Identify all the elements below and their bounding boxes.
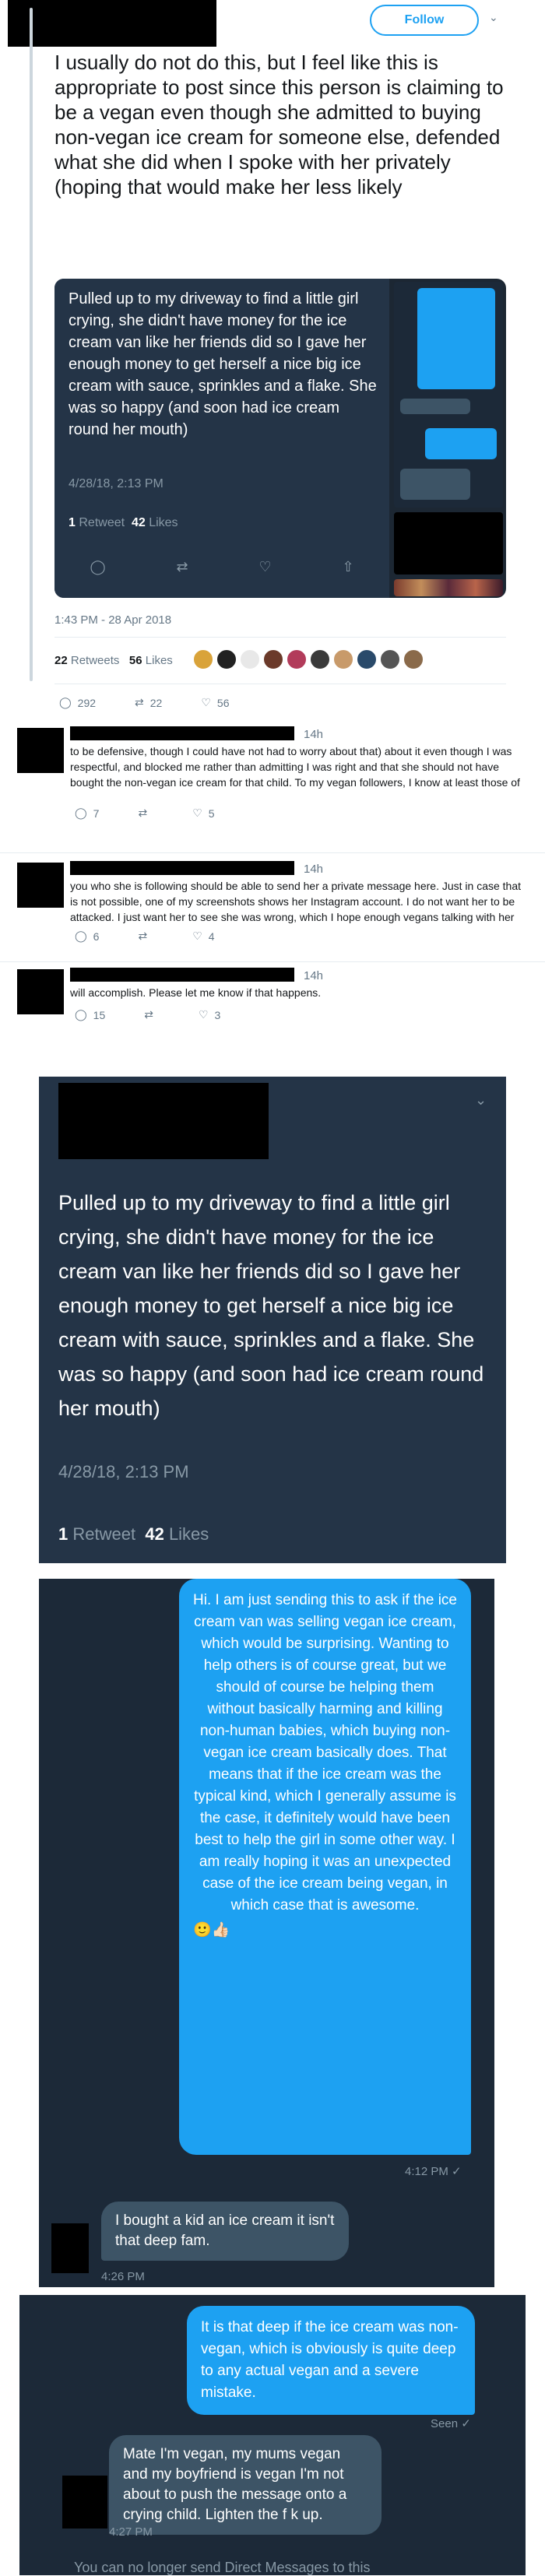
- chevron-down-icon[interactable]: ⌄: [489, 11, 498, 24]
- embedded-screenshots[interactable]: Pulled up to my driveway to find a littl…: [54, 279, 506, 598]
- reply-actions: ◯ 15 ⇄ ♡ 3: [75, 1008, 220, 1021]
- divider: [54, 637, 506, 638]
- retweet-button[interactable]: ⇄: [138, 930, 153, 943]
- reply-actions: ◯ 7 ⇄ ♡ 5: [75, 807, 215, 820]
- share-icon: ⇧: [342, 559, 354, 575]
- reply-text: will accomplish. Please let me know if t…: [70, 986, 322, 999]
- embedded-tweet-stats: 1 Retweet 42 Likes: [69, 516, 178, 529]
- heart-icon: ♡: [201, 696, 211, 708]
- retweet-button[interactable]: ⇄: [138, 807, 153, 820]
- avatar[interactable]: [380, 649, 400, 669]
- dm-seen-status: Seen ✓: [431, 2417, 471, 2430]
- tweet-text: I usually do not do this, but I feel lik…: [54, 51, 504, 199]
- redacted-avatar: [17, 969, 64, 1014]
- thread-line: [30, 8, 33, 681]
- likers-avatars[interactable]: [193, 649, 427, 669]
- reply-text: to be defensive, though I could have not…: [70, 745, 520, 789]
- screenshot-tweet-text: Pulled up to my driveway to find a littl…: [58, 1191, 484, 1420]
- redacted-avatar: [51, 2223, 89, 2273]
- like-button[interactable]: ♡ 56: [201, 696, 229, 709]
- chevron-down-icon: ⌄: [475, 1092, 487, 1108]
- dm-footer-notice: You can no longer send Direct Messages t…: [74, 2560, 371, 2575]
- tweet-actions: ◯ 292 ⇄ 22 ♡ 56: [59, 696, 229, 709]
- like-button[interactable]: ♡ 4: [192, 930, 214, 943]
- avatar[interactable]: [333, 649, 353, 669]
- dm-screenshot-thumbnail: [394, 282, 503, 508]
- embedded-tweet-card: Pulled up to my driveway to find a littl…: [54, 279, 389, 598]
- dm-incoming-message: Mate I'm vegan, my mums vegan and my boy…: [109, 2435, 382, 2535]
- avatar[interactable]: [240, 649, 260, 669]
- embedded-tweet-date: 4/28/18, 2:13 PM: [69, 477, 164, 490]
- dm-outgoing-time: 4:12 PM ✓: [405, 2165, 462, 2178]
- reply-actions: ◯ 6 ⇄ ♡ 4: [75, 930, 215, 943]
- avatar[interactable]: [193, 649, 213, 669]
- dm-outgoing-text: Hi. I am just sending this to ask if the…: [193, 1592, 457, 1914]
- retweet-icon: ⇄: [138, 930, 148, 942]
- dm-incoming-time: 4:26 PM: [101, 2270, 145, 2283]
- photo-thumbnail: [394, 579, 503, 596]
- heart-icon: ♡: [192, 930, 202, 942]
- dm-incoming-time: 4:27 PM: [109, 2525, 153, 2539]
- divider: [0, 961, 545, 962]
- retweet-icon: ⇄: [176, 559, 188, 575]
- reply-icon: ◯: [59, 696, 72, 708]
- redacted-username: [70, 726, 294, 740]
- divider: [0, 852, 545, 853]
- avatar[interactable]: [310, 649, 330, 669]
- avatar[interactable]: [216, 649, 237, 669]
- reply-icon: ◯: [75, 1008, 87, 1021]
- reply-icon: ◯: [75, 930, 87, 942]
- reply-button[interactable]: ◯ 6: [75, 930, 99, 943]
- embedded-tweet-text: Pulled up to my driveway to find a littl…: [69, 290, 377, 438]
- screenshot-original-tweet: ⌄ Pulled up to my driveway to find a lit…: [39, 1077, 506, 1563]
- redacted-avatar: [17, 728, 64, 773]
- redacted-avatar: [62, 2476, 107, 2529]
- dm-outgoing-message: Hi. I am just sending this to ask if the…: [179, 1579, 471, 2155]
- redacted-thumbnail: [394, 512, 503, 575]
- avatar[interactable]: [287, 649, 307, 669]
- reply-icon: ◯: [90, 559, 106, 575]
- embedded-tweet-actions: ◯ ⇄ ♡ ⇧: [54, 559, 389, 575]
- reply-text: you who she is following should be able …: [70, 880, 522, 923]
- avatar[interactable]: [403, 649, 424, 669]
- dm-screenshot-2: It is that deep if the ice cream was non…: [19, 2295, 526, 2575]
- retweet-icon: ⇄: [144, 1008, 153, 1021]
- retweet-button[interactable]: ⇄: [144, 1008, 160, 1021]
- heart-icon: ♡: [258, 559, 272, 575]
- avatar[interactable]: [357, 649, 377, 669]
- redacted-username: [70, 968, 294, 982]
- redacted-profile-header: [8, 0, 216, 47]
- heart-icon: ♡: [192, 807, 202, 819]
- reply-icon: ◯: [75, 807, 87, 819]
- like-button[interactable]: ♡ 5: [192, 807, 214, 820]
- redacted-username: [70, 861, 294, 875]
- screenshot-tweet-date: 4/28/18, 2:13 PM: [58, 1462, 189, 1481]
- redacted-profile: [58, 1083, 269, 1159]
- retweet-icon: ⇄: [138, 807, 148, 819]
- follow-button[interactable]: Follow: [370, 5, 479, 36]
- retweet-button[interactable]: ⇄ 22: [135, 696, 162, 709]
- reply-button[interactable]: ◯ 7: [75, 807, 99, 820]
- reply-time: 14h: [304, 728, 324, 741]
- reply-time: 14h: [304, 863, 324, 876]
- tweet-counts[interactable]: 22 Retweets 56 Likes: [54, 654, 173, 667]
- screenshot-tweet-stats: 1 Retweet 42 Likes: [58, 1524, 209, 1544]
- reply-button[interactable]: ◯ 292: [59, 696, 96, 709]
- dm-incoming-message: I bought a kid an ice cream it isn't tha…: [101, 2202, 349, 2261]
- heart-icon: ♡: [198, 1008, 209, 1021]
- dm-outgoing-emoji: 🙂👍🏻: [193, 1922, 230, 1938]
- reply-time: 14h: [304, 969, 324, 982]
- dm-screenshot-1: Hi. I am just sending this to ask if the…: [39, 1579, 494, 2287]
- tweet-timestamp: 1:43 PM - 28 Apr 2018: [54, 613, 172, 627]
- avatar[interactable]: [263, 649, 283, 669]
- like-button[interactable]: ♡ 3: [199, 1008, 220, 1021]
- retweet-icon: ⇄: [135, 696, 144, 708]
- redacted-avatar: [17, 863, 64, 908]
- dm-outgoing-message: It is that deep if the ice cream was non…: [187, 2306, 475, 2415]
- reply-button[interactable]: ◯ 15: [75, 1008, 105, 1021]
